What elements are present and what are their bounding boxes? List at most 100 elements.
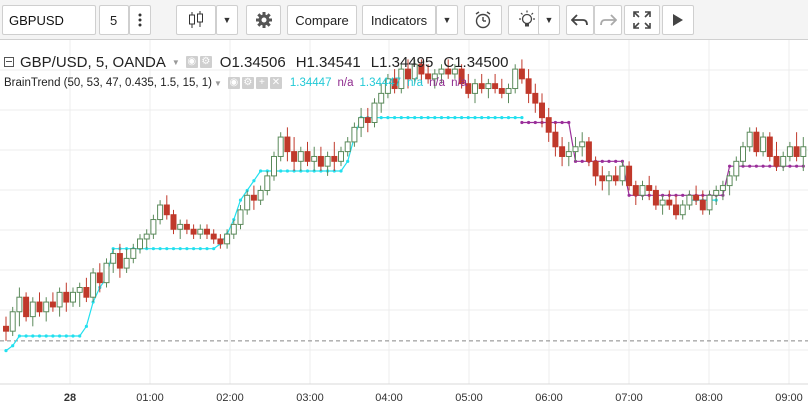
candle-body — [291, 151, 298, 162]
supertrend-up-point — [192, 247, 196, 251]
candle-body — [632, 185, 639, 196]
candle-body — [793, 146, 800, 157]
supertrend-up-point — [346, 159, 350, 163]
caret-down-icon[interactable]: ▼ — [172, 58, 180, 67]
candle-body — [364, 117, 371, 123]
supertrend-up-point — [31, 334, 35, 338]
supertrend-up-point — [17, 334, 21, 338]
caret-down-icon[interactable]: ▼ — [214, 79, 222, 88]
price-chart[interactable]: 28 01:00 02:00 03:00 04:00 05:00 06:00 07:00 08:… — [0, 40, 808, 405]
high-value: 1.34541 — [306, 53, 361, 71]
indicator-value-2: n/a — [337, 77, 354, 89]
time-label: 28 — [64, 392, 76, 404]
settings-small-icon[interactable]: ⚙ — [199, 56, 212, 68]
indicator-value-6: n/a — [451, 77, 468, 89]
indicator-legend: BrainTrend (50, 53, 47, 0.435, 1.5, 15, … — [4, 75, 467, 91]
supertrend-up-point — [84, 324, 88, 328]
candle-body — [572, 146, 579, 153]
supertrend-down-point — [754, 164, 759, 168]
undo-button[interactable] — [566, 5, 594, 35]
supertrend-down-point — [614, 159, 618, 163]
supertrend-up-point — [426, 116, 430, 120]
replay-button[interactable] — [662, 5, 694, 35]
candle-body — [36, 301, 43, 313]
series-legend: GBP/USD, 5, OANDA ▼ ◉ ⚙ O 1.34506 H 1.34… — [4, 52, 512, 72]
settings-small-icon[interactable]: ⚙ — [241, 77, 254, 89]
supertrend-up-point — [413, 116, 417, 120]
indicators-button[interactable]: Indicators — [362, 5, 436, 35]
close-icon[interactable]: ✕ — [269, 77, 282, 89]
supertrend-up-point — [198, 247, 202, 251]
candles-layer — [3, 59, 807, 341]
candle-body — [686, 194, 693, 206]
candle-body — [204, 228, 210, 235]
supertrend-down-point — [567, 120, 571, 125]
supertrend-up-point — [453, 116, 457, 120]
supertrend-down-point — [533, 120, 537, 125]
candle-body — [183, 223, 190, 230]
candle-body — [56, 291, 63, 308]
fullscreen-button[interactable] — [624, 5, 660, 35]
candle-body — [780, 155, 787, 167]
redo-button[interactable] — [594, 5, 622, 35]
interval-button[interactable]: 5 — [99, 5, 129, 35]
supertrend-up-point — [58, 334, 62, 338]
open-key: O — [219, 53, 232, 71]
candle-body — [264, 175, 271, 191]
supertrend-up-point — [486, 116, 490, 120]
symbol-search-input[interactable]: GBPUSD — [2, 5, 96, 35]
indicators-dropdown[interactable]: ▼ — [436, 5, 458, 35]
settings-button[interactable] — [246, 5, 281, 35]
candle-body — [43, 301, 50, 313]
redo-arrow-icon — [600, 14, 617, 26]
compare-button[interactable]: Compare — [287, 5, 357, 35]
undo-arrow-icon — [571, 14, 588, 26]
candle-body — [746, 131, 753, 148]
eye-icon[interactable]: ◉ — [185, 56, 198, 68]
time-label: 04:00 — [375, 392, 403, 404]
collapse-icon[interactable] — [4, 57, 14, 67]
candle-body — [539, 102, 545, 119]
supertrend-up-point — [493, 116, 497, 120]
candle-body — [116, 253, 123, 269]
candle-body — [143, 233, 150, 240]
candle-body — [49, 301, 56, 308]
supertrend-down-point — [627, 193, 631, 197]
interval-more-button[interactable] — [129, 5, 151, 35]
candle-body — [532, 92, 539, 104]
supertrend-up — [5, 117, 522, 352]
candle-body — [217, 238, 224, 245]
candle-body — [559, 146, 566, 157]
add-icon[interactable]: + — [255, 77, 268, 89]
supertrend-up-point — [285, 169, 289, 173]
alert-button[interactable] — [464, 5, 502, 35]
candle-body — [351, 126, 358, 143]
supertrend-up-point — [379, 116, 383, 120]
supertrend-up-point — [339, 169, 343, 173]
supertrend-up-point — [399, 116, 403, 120]
low-key: L — [370, 53, 380, 71]
time-label: 06:00 — [535, 392, 563, 404]
candle-body — [378, 92, 385, 104]
candle-body — [693, 194, 700, 201]
time-axis-labels: 28 01:00 02:00 03:00 04:00 05:00 06:00 07:00 08:… — [64, 392, 803, 404]
alarm-clock-icon — [475, 11, 491, 29]
eye-icon[interactable]: ◉ — [227, 77, 240, 89]
chart-type-dropdown[interactable]: ▼ — [216, 5, 238, 35]
supertrend-up-point — [185, 247, 189, 251]
candle-body — [639, 185, 646, 196]
symbol-text: GBPUSD — [9, 12, 64, 28]
chart-type-button[interactable] — [176, 5, 216, 35]
supertrend-up-point — [473, 116, 477, 120]
indicator-value-5: n/a — [429, 77, 446, 89]
close-key: C — [443, 53, 455, 71]
candle-body — [304, 151, 311, 162]
supertrend-down-point — [520, 120, 524, 125]
candle-body — [371, 102, 378, 123]
candle-body — [699, 199, 706, 211]
candle-body — [284, 136, 291, 153]
candle-body — [190, 228, 197, 235]
candle-body — [619, 165, 626, 182]
ideas-dropdown[interactable]: ▼ — [538, 5, 560, 35]
supertrend-up-point — [4, 348, 8, 353]
